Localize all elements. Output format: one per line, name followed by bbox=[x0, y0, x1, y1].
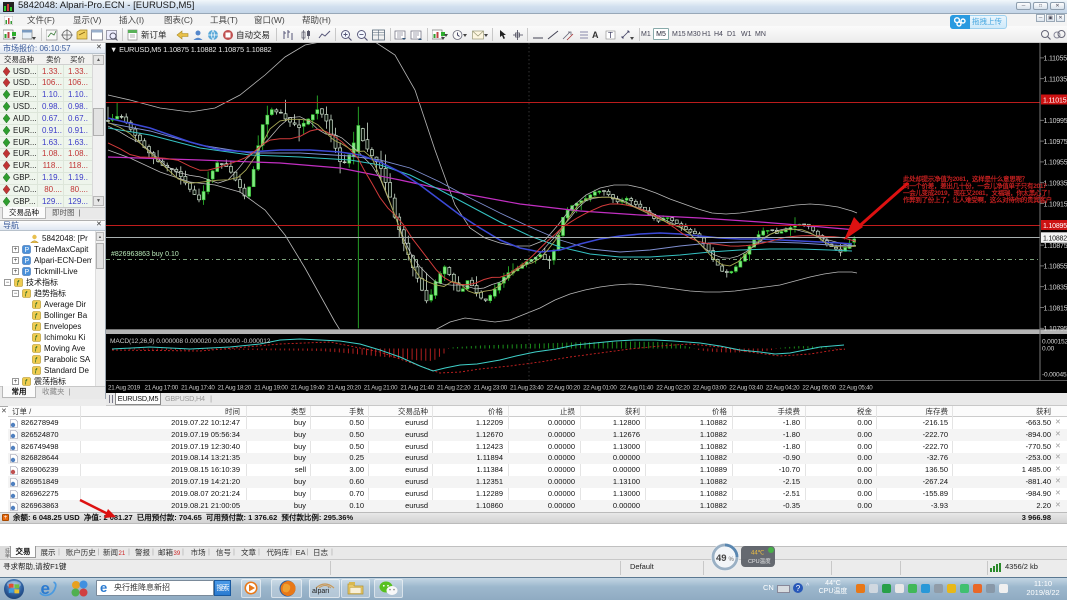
svg-text:21 Aug 23:00: 21 Aug 23:00 bbox=[474, 385, 508, 392]
svg-text:1.11015: 1.11015 bbox=[1043, 97, 1067, 104]
svg-text:22 Aug 00:20: 22 Aug 00:20 bbox=[547, 385, 581, 392]
svg-text:1.10955: 1.10955 bbox=[1044, 160, 1067, 167]
svg-text:22 Aug 05:40: 22 Aug 05:40 bbox=[839, 385, 873, 392]
svg-text:1.11035: 1.11035 bbox=[1044, 77, 1067, 84]
svg-text:1.10995: 1.10995 bbox=[1044, 118, 1067, 125]
svg-text:22 Aug 01:40: 22 Aug 01:40 bbox=[620, 385, 654, 392]
svg-text:21 Aug 21:00: 21 Aug 21:00 bbox=[364, 385, 398, 392]
svg-text:P: P bbox=[25, 247, 30, 254]
svg-text:1.10895: 1.10895 bbox=[1043, 223, 1067, 230]
svg-text:21 Aug 17:40: 21 Aug 17:40 bbox=[181, 385, 215, 392]
svg-text:22 Aug 02:20: 22 Aug 02:20 bbox=[656, 385, 690, 392]
svg-text:P: P bbox=[25, 258, 30, 265]
svg-text:44℃: 44℃ bbox=[751, 551, 765, 557]
svg-text:1.10835: 1.10835 bbox=[1044, 285, 1067, 292]
svg-text:21 Aug 19:00: 21 Aug 19:00 bbox=[254, 385, 288, 392]
svg-text:1.10795: 1.10795 bbox=[1044, 326, 1067, 333]
svg-text:1.10875: 1.10875 bbox=[1044, 243, 1067, 250]
svg-text:?: ? bbox=[796, 584, 801, 593]
svg-text:21 Aug 20:20: 21 Aug 20:20 bbox=[327, 385, 361, 392]
svg-text:21 Aug 22:20: 21 Aug 22:20 bbox=[437, 385, 471, 392]
svg-text:1.10882: 1.10882 bbox=[1043, 235, 1067, 242]
svg-text:22 Aug 03:00: 22 Aug 03:00 bbox=[693, 385, 727, 392]
svg-text:0.000152: 0.000152 bbox=[1042, 339, 1067, 346]
svg-text:49: 49 bbox=[716, 553, 727, 564]
svg-text:1.10975: 1.10975 bbox=[1044, 139, 1067, 146]
svg-text:此处却提示净值为2081，这样是什么意思呢？: 此处却提示净值为2081，这样是什么意思呢？ bbox=[903, 174, 1028, 183]
svg-text:22 Aug 03:40: 22 Aug 03:40 bbox=[729, 385, 763, 392]
svg-text:22 Aug 04:20: 22 Aug 04:20 bbox=[766, 385, 800, 392]
svg-text:作弊到了份上了，让人难受啊，这么对待你的贵宾客户: 作弊到了份上了，让人难受啊，这么对待你的贵宾客户 bbox=[903, 195, 1052, 204]
svg-text:同一个价差，差出几十份，一会儿净值单子只有2017: 同一个价差，差出几十份，一会儿净值单子只有2017 bbox=[903, 181, 1047, 190]
svg-text:1.10855: 1.10855 bbox=[1044, 264, 1067, 271]
svg-text:#826963863 buy 0.10: #826963863 buy 0.10 bbox=[111, 251, 179, 258]
svg-text:MACD(12,26,9) 0.000008 0.00002: MACD(12,26,9) 0.000008 0.000020 0.000000… bbox=[110, 338, 271, 345]
svg-text:%: % bbox=[729, 557, 735, 563]
svg-text:CPU温度: CPU温度 bbox=[748, 557, 771, 565]
svg-text:1.11055: 1.11055 bbox=[1044, 56, 1067, 63]
svg-text:22 Aug 01:00: 22 Aug 01:00 bbox=[583, 385, 617, 392]
svg-text:一会儿变成2019，现在又2081，文福瑞，你太黑心了！: 一会儿变成2019，现在又2081，文福瑞，你太黑心了！ bbox=[903, 188, 1054, 197]
svg-text:21 Aug 21:40: 21 Aug 21:40 bbox=[400, 385, 434, 392]
svg-text:T: T bbox=[608, 31, 613, 40]
svg-text:22 Aug 05:00: 22 Aug 05:00 bbox=[802, 385, 836, 392]
svg-text:21 Aug 23:40: 21 Aug 23:40 bbox=[510, 385, 544, 392]
svg-text:P: P bbox=[25, 269, 30, 276]
svg-text:▼ EURUSD,M5 1.10875 1.10882 1: ▼ EURUSD,M5 1.10875 1.10882 1.10875 1.10… bbox=[110, 45, 272, 54]
svg-text:21 Aug 17:00: 21 Aug 17:00 bbox=[145, 385, 179, 392]
svg-text:1.10935: 1.10935 bbox=[1044, 181, 1067, 188]
svg-text:21 Aug 2019: 21 Aug 2019 bbox=[108, 385, 141, 392]
svg-text:1.10815: 1.10815 bbox=[1044, 305, 1067, 312]
svg-text:21 Aug 18:20: 21 Aug 18:20 bbox=[218, 385, 252, 392]
svg-text:-0.000451: -0.000451 bbox=[1042, 372, 1067, 379]
svg-text:0.00: 0.00 bbox=[1042, 346, 1055, 353]
svg-text:21 Aug 19:40: 21 Aug 19:40 bbox=[291, 385, 325, 392]
